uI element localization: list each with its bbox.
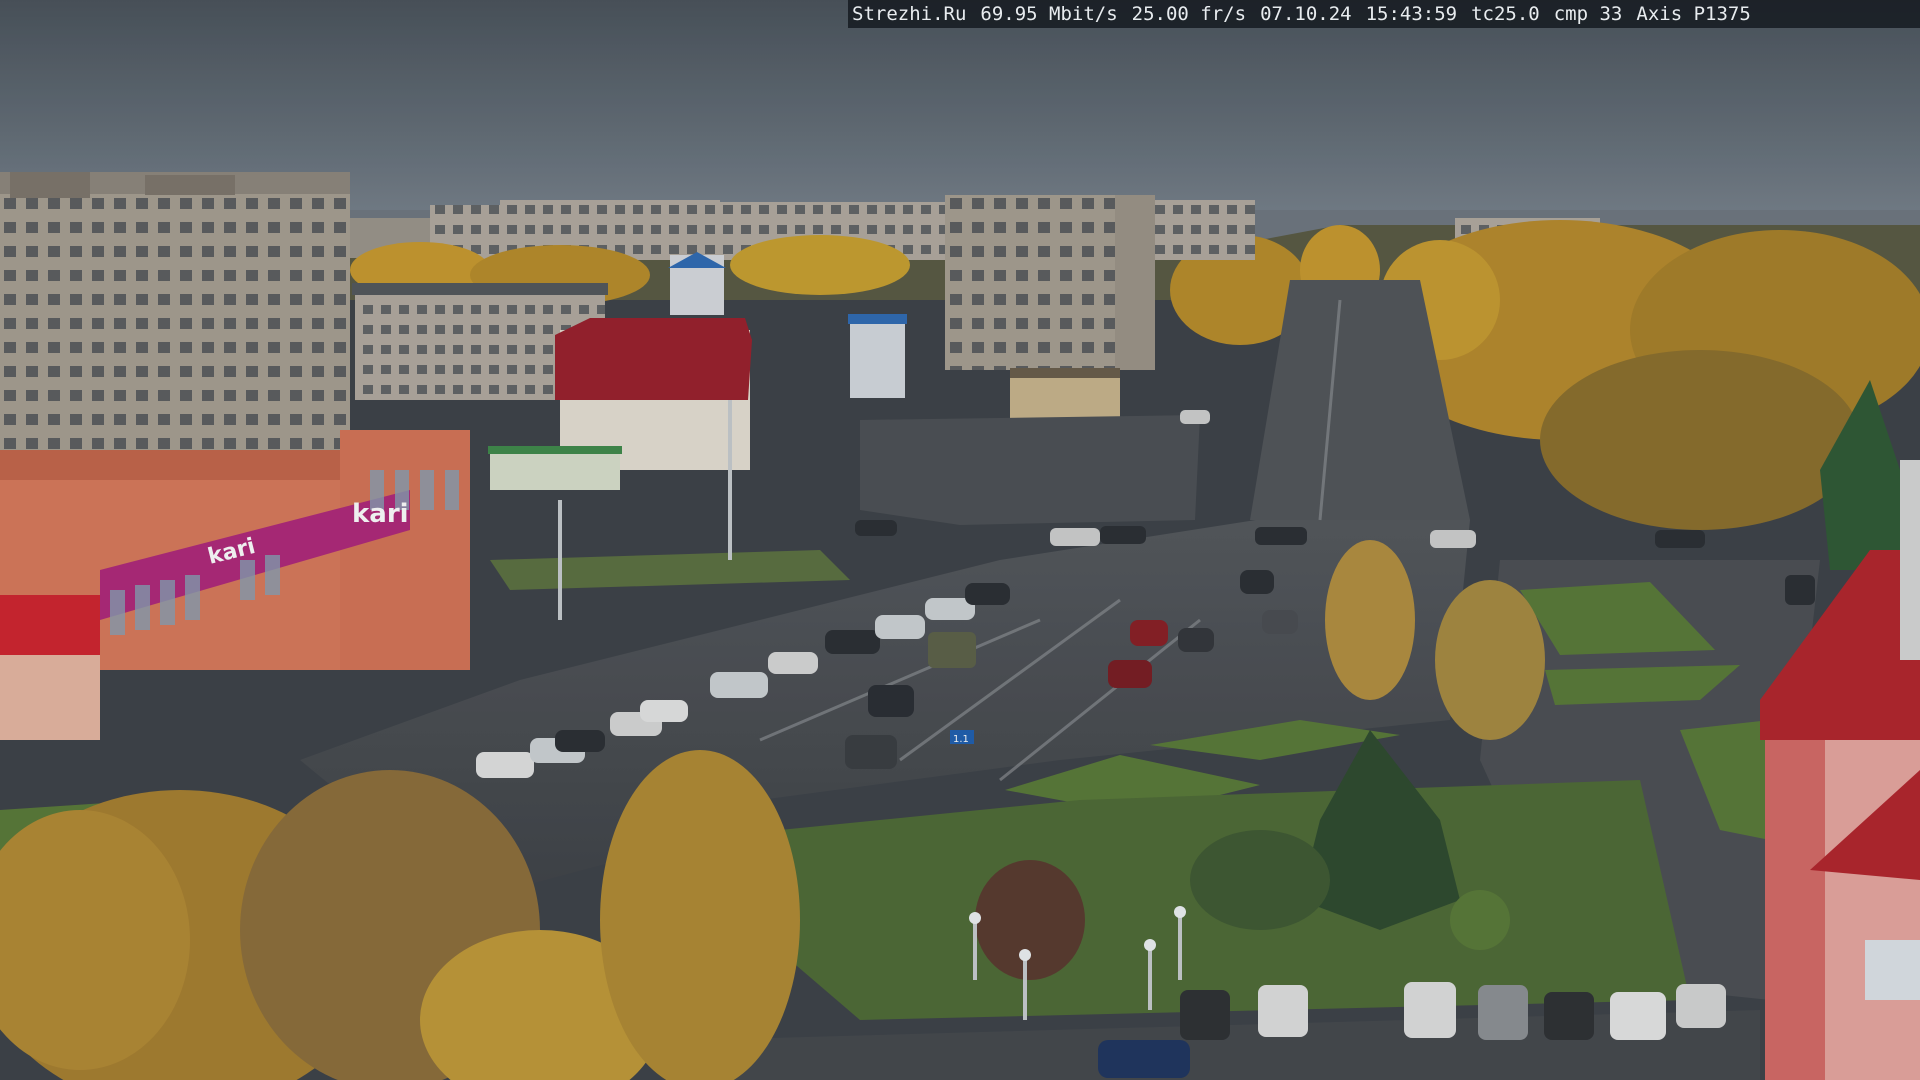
- overcast-tint: [0, 0, 1920, 1080]
- osd-camera-model: Axis P1375: [1636, 3, 1751, 25]
- city-street-webcam-scene: kari kari 1.1: [0, 0, 1920, 1080]
- camera-osd-overlay: Strezhi.Ru 69.95 Mbit/s 25.00 fr/s 07.10.24…: [848, 0, 1920, 28]
- osd-bitrate: 69.95 Mbit/s: [980, 3, 1118, 25]
- osd-site: Strezhi.Ru: [852, 3, 967, 25]
- osd-time: 15:43:59: [1365, 3, 1458, 25]
- osd-tc: tc25.0: [1471, 3, 1540, 25]
- osd-date: 07.10.24: [1260, 3, 1352, 25]
- osd-framerate: 25.00 fr/s: [1131, 3, 1247, 25]
- osd-cmp: cmp 33: [1553, 3, 1623, 25]
